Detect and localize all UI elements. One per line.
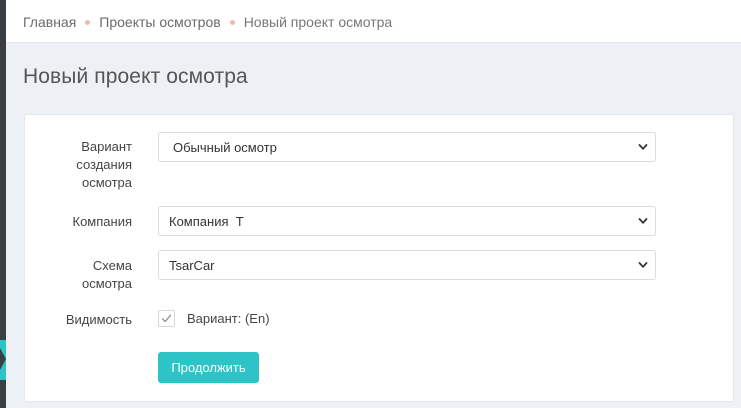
variant-label-line: Вариант [81, 139, 132, 154]
variant-label-line: создания [76, 157, 132, 172]
page: Главная Проекты осмотров Новый проект ос… [0, 0, 741, 408]
chevron-down-icon [638, 218, 648, 224]
check-icon [161, 314, 172, 323]
company-select[interactable]: Компания Т [158, 206, 656, 236]
company-label: Компания [72, 214, 133, 229]
page-title: Новый проект осмотра [23, 65, 248, 88]
visibility-checkbox[interactable] [158, 310, 175, 327]
variant-select[interactable]: Обычный осмотр [158, 132, 656, 162]
variant-label: Вариант создания осмотра [25, 138, 132, 192]
variant-select-value: Обычный осмотр [173, 140, 277, 155]
chevron-down-icon [638, 144, 648, 150]
form-card: Вариант создания осмотра Обычный осмотр … [24, 114, 734, 402]
scheme-select-value: TsarCar [169, 258, 215, 273]
scheme-label: Схема осмотра [25, 257, 132, 293]
breadcrumb-projects-link[interactable]: Проекты осмотров [99, 14, 220, 30]
visibility-checkbox-label[interactable]: Вариант: (En) [187, 311, 270, 326]
variant-label-line: осмотра [81, 175, 132, 190]
continue-button[interactable]: Продолжить [158, 352, 259, 383]
scheme-label-line: осмотра [81, 276, 132, 291]
breadcrumb-separator [229, 19, 235, 25]
breadcrumb-current: Новый проект осмотра [243, 14, 393, 30]
breadcrumb: Главная Проекты осмотров Новый проект ос… [23, 14, 392, 30]
visibility-label: Видимость [65, 312, 132, 327]
breadcrumb-home-link[interactable]: Главная [23, 14, 76, 30]
chevron-down-icon [638, 262, 648, 268]
top-bar: Главная Проекты осмотров Новый проект ос… [6, 0, 741, 43]
scheme-select[interactable]: TsarCar [158, 250, 656, 280]
scheme-label-line: Схема [92, 258, 132, 273]
sidebar-toggle-tab[interactable] [0, 340, 6, 380]
company-select-value: Компания Т [169, 214, 244, 229]
breadcrumb-separator [85, 19, 91, 25]
